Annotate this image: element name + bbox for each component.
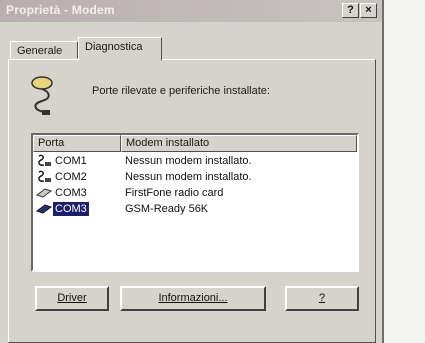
port-name: COM2 — [55, 171, 87, 183]
ports-list[interactable]: Porta Modem installato COM1 Nessun modem… — [31, 133, 359, 272]
close-title-button[interactable]: × — [360, 3, 377, 18]
tab-generale[interactable]: Generale — [10, 41, 78, 59]
panel-heading: Porte rilevate e periferiche installate: — [92, 85, 270, 97]
window-title: Proprietà - Modem — [6, 3, 115, 17]
tab-diagnostica[interactable]: Diagnostica — [78, 37, 162, 61]
modem-icon — [31, 76, 53, 115]
serial-port-icon — [38, 170, 51, 182]
info-button-label: Informazioni... — [158, 292, 228, 304]
serial-port-icon — [38, 154, 51, 166]
pc-card-icon — [36, 188, 52, 198]
list-item-selected[interactable]: COM3 GSM-Ready 56K — [33, 201, 353, 217]
column-header-modem[interactable]: Modem installato — [121, 135, 357, 152]
help-button-label: ? — [318, 292, 326, 304]
info-button[interactable]: Informazioni... — [120, 286, 266, 311]
list-item[interactable]: COM3 FirstFone radio card — [33, 185, 353, 201]
port-name: COM1 — [55, 155, 87, 167]
pc-card-icon — [36, 204, 52, 214]
title-bar[interactable]: Proprietà - Modem ? × — [0, 0, 382, 22]
port-name: COM3 — [53, 202, 89, 216]
list-item[interactable]: COM2 Nessun modem installato. — [33, 169, 353, 185]
column-header-port[interactable]: Porta — [33, 135, 121, 152]
list-item[interactable]: COM1 Nessun modem installato. — [33, 153, 353, 169]
modem-name: Nessun modem installato. — [125, 171, 252, 183]
driver-button[interactable]: Driver — [35, 286, 109, 311]
port-name: COM3 — [55, 187, 87, 199]
modem-name: FirstFone radio card — [125, 187, 224, 199]
modem-name: Nessun modem installato. — [125, 155, 252, 167]
driver-button-label: Driver — [57, 292, 87, 304]
help-button[interactable]: ? — [285, 286, 359, 311]
help-title-button[interactable]: ? — [342, 3, 359, 18]
properties-dialog: Proprietà - Modem ? × Generale Diagnosti… — [0, 0, 384, 343]
modem-name: GSM-Ready 56K — [125, 203, 209, 215]
